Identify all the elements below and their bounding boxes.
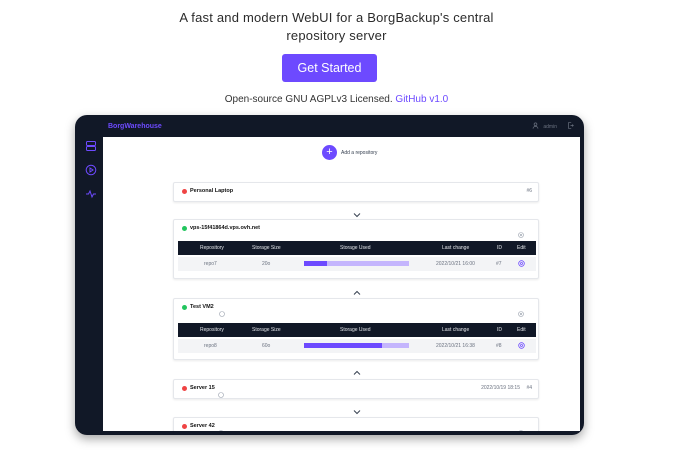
status-dot (182, 305, 187, 310)
col-last-change: Last change (442, 245, 470, 251)
info-icon[interactable] (219, 304, 225, 317)
app-preview-device: BorgWarehouse admin + Add a repository P… (75, 115, 584, 435)
hero-title-line1: A fast and modern WebUI for a BorgBackup… (179, 10, 494, 25)
col-repository: Repository (200, 245, 224, 251)
cell-storage-size: 60o (262, 343, 271, 349)
user-label: admin (543, 123, 557, 130)
status-dot (182, 386, 187, 391)
app-brand: BorgWarehouse (108, 123, 162, 130)
storage-used-bar (304, 261, 409, 266)
repo-card-personal-laptop[interactable]: Personal Laptop #6 (173, 182, 539, 202)
status-dot (182, 424, 187, 429)
status-dot (182, 189, 187, 194)
repo-card-test-vm2: Test VM2 Repository Storage Size Storage… (173, 298, 539, 360)
add-repository-label: Add a repository (341, 149, 378, 156)
repo-card-server-15[interactable]: Server 15 2022/10/19 18:15 #4 (173, 379, 539, 399)
chevron-up-icon[interactable] (353, 363, 361, 375)
settings-icon[interactable] (518, 342, 525, 349)
add-repository-button[interactable]: + Add a repository (322, 145, 377, 160)
github-link[interactable]: GitHub v1.0 (395, 94, 448, 105)
repo-card-vps: vps-15f41864d.vps.ovh.net Repository Sto… (173, 219, 539, 279)
cell-storage-size: 20o (262, 261, 271, 267)
chevron-down-icon[interactable] (353, 402, 361, 415)
license-text: Open-source GNU AGPLv3 Licensed. (224, 94, 393, 105)
settings-icon[interactable] (518, 260, 525, 267)
cell-id: #8 (496, 343, 502, 349)
col-id: ID (497, 327, 502, 333)
col-edit: Edit (517, 327, 526, 333)
close-circle-icon[interactable] (518, 304, 524, 317)
logout-icon[interactable] (567, 122, 574, 131)
repo-table-header: Repository Storage Size Storage Used Las… (178, 241, 536, 255)
info-icon[interactable] (218, 423, 224, 431)
license-line: Open-source GNU AGPLv3 Licensed. GitHub … (0, 94, 673, 105)
info-icon[interactable] (218, 385, 224, 398)
activity-icon[interactable] (85, 187, 97, 199)
repo-table-header: Repository Storage Size Storage Used Las… (178, 323, 536, 337)
repo-name: vps-15f41864d.vps.ovh.net (190, 225, 261, 231)
repo-name: Personal Laptop (190, 188, 234, 194)
storage-used-fill (304, 261, 328, 266)
app-main-screen: + Add a repository Personal Laptop #6 vp… (103, 137, 580, 431)
get-started-button[interactable]: Get Started (282, 54, 377, 82)
col-storage-size: Storage Size (252, 245, 281, 251)
cell-repository: repo8 (204, 343, 217, 349)
repo-card-server-42[interactable]: Server 42 (173, 417, 539, 431)
user-icon (532, 122, 539, 131)
col-repository: Repository (200, 327, 224, 333)
table-row: repo8 60o 2022/10/21 16:38 #8 (178, 339, 536, 353)
col-storage-used: Storage Used (340, 327, 371, 333)
hero-title-line2: repository server (286, 28, 387, 43)
col-id: ID (497, 245, 502, 251)
close-circle-icon[interactable] (518, 423, 524, 431)
repo-name: Server 15 (190, 385, 215, 391)
col-storage-used: Storage Used (340, 245, 371, 251)
plus-icon: + (322, 145, 337, 160)
col-last-change: Last change (442, 327, 470, 333)
table-row: repo7 20o 2022/10/21 16:00 #7 (178, 257, 536, 271)
server-icon[interactable] (85, 139, 97, 151)
cell-last-change: 2022/10/21 16:00 (436, 261, 475, 267)
cell-id: #7 (496, 261, 502, 267)
sidebar (85, 139, 99, 211)
col-edit: Edit (517, 245, 526, 251)
repo-name: Test VM2 (190, 304, 214, 310)
repo-last-change: 2022/10/19 18:15 (481, 385, 520, 391)
chevron-up-icon[interactable] (353, 283, 361, 295)
cell-repository: repo7 (204, 261, 217, 267)
chevron-down-icon[interactable] (353, 205, 361, 218)
play-circle-icon[interactable] (85, 163, 97, 176)
status-dot (182, 226, 187, 231)
cell-last-change: 2022/10/21 16:38 (436, 343, 475, 349)
repo-id: #4 (526, 385, 532, 391)
repo-id: #6 (526, 188, 532, 194)
topbar-user: admin (532, 122, 574, 131)
repo-name: Server 42 (190, 423, 215, 429)
storage-used-fill (304, 343, 382, 348)
app-topbar: BorgWarehouse admin (75, 115, 584, 137)
close-circle-icon[interactable] (518, 225, 524, 238)
col-storage-size: Storage Size (252, 327, 281, 333)
storage-used-bar (304, 343, 409, 348)
